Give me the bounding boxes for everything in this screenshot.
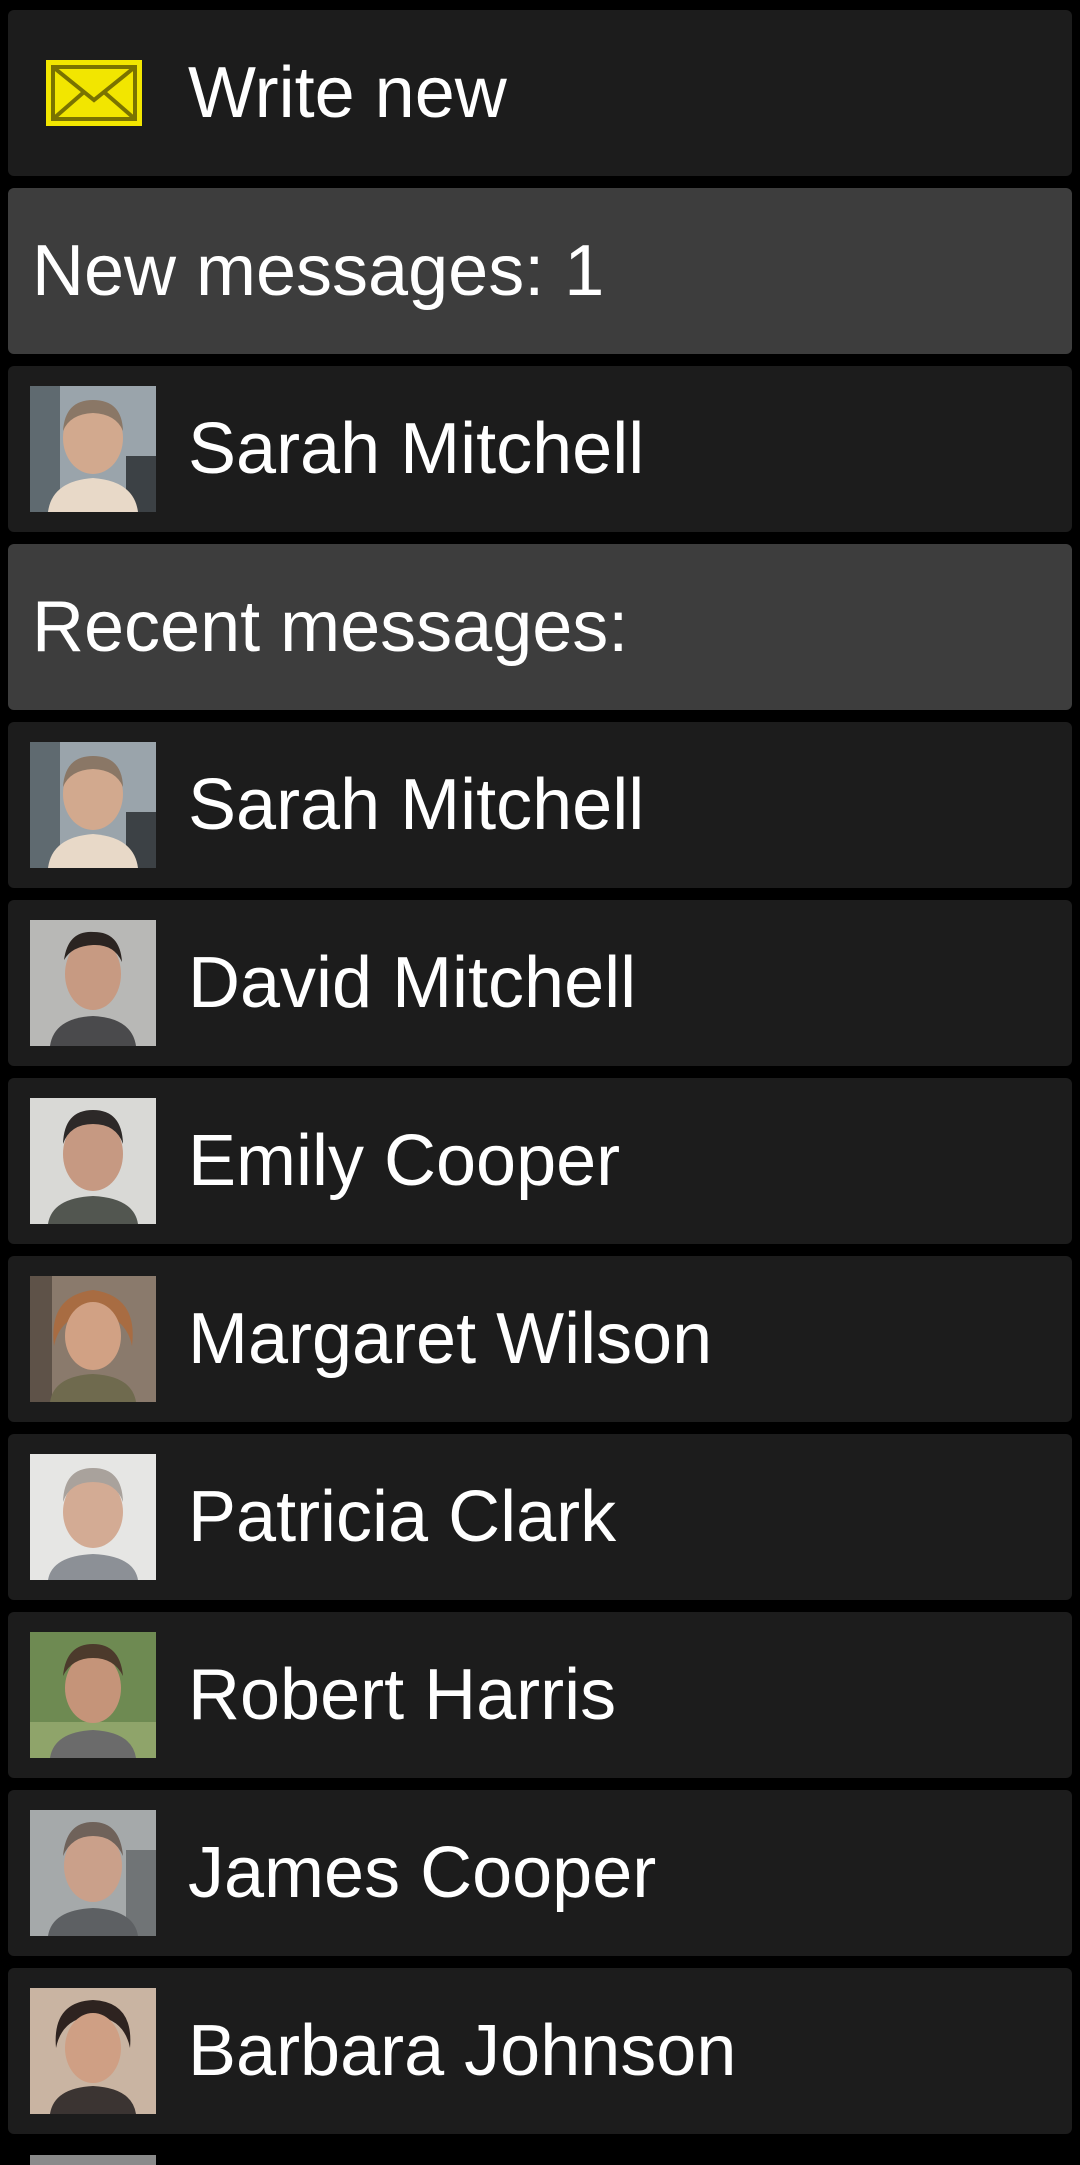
recent-message-item-sarah-mitchell[interactable]: Sarah Mitchell (8, 722, 1072, 888)
avatar (30, 1098, 156, 1224)
recent-message-item-barbara-johnson[interactable]: Barbara Johnson (8, 1968, 1072, 2134)
contact-name: James Cooper (188, 1833, 657, 1913)
contact-name: Barbara Johnson (188, 2011, 737, 2091)
avatar (30, 1988, 156, 2114)
avatar (30, 1810, 156, 1936)
avatar (30, 1276, 156, 1402)
write-new-label: Write new (188, 53, 507, 133)
contact-name: Sarah Mitchell (188, 409, 645, 489)
write-new-button[interactable]: Write new (8, 10, 1072, 176)
new-message-item-sarah-mitchell[interactable]: Sarah Mitchell (8, 366, 1072, 532)
contact-name: Robert Harris (188, 1655, 617, 1735)
contact-name: Patricia Clark (188, 1477, 617, 1557)
envelope-icon (44, 58, 144, 128)
recent-message-item-james-cooper[interactable]: James Cooper (8, 1790, 1072, 1956)
recent-message-item-margaret-wilson[interactable]: Margaret Wilson (8, 1256, 1072, 1422)
recent-messages-header: Recent messages: (8, 544, 1072, 710)
contact-name: Sarah Mitchell (188, 765, 645, 845)
recent-messages-header-label: Recent messages: (32, 587, 629, 667)
new-messages-header: New messages: 1 (8, 188, 1072, 354)
recent-message-item-david-mitchell[interactable]: David Mitchell (8, 900, 1072, 1066)
recent-message-item-emily-cooper[interactable]: Emily Cooper (8, 1078, 1072, 1244)
avatar (30, 742, 156, 868)
contact-name: David Mitchell (188, 943, 637, 1023)
avatar (30, 386, 156, 512)
contact-name: Emily Cooper (188, 1121, 621, 1201)
new-messages-header-label: New messages: 1 (32, 231, 605, 311)
avatar (30, 1454, 156, 1580)
avatar (30, 1632, 156, 1758)
avatar (30, 2155, 156, 2165)
recent-message-item-patricia-clark[interactable]: Patricia Clark (8, 1434, 1072, 1600)
contact-name: Margaret Wilson (188, 1299, 713, 1379)
recent-message-item-robert-harris[interactable]: Robert Harris (8, 1612, 1072, 1778)
avatar (30, 920, 156, 1046)
message-list: Write new New messages: 1 Sarah Mitchell… (8, 10, 1072, 2146)
